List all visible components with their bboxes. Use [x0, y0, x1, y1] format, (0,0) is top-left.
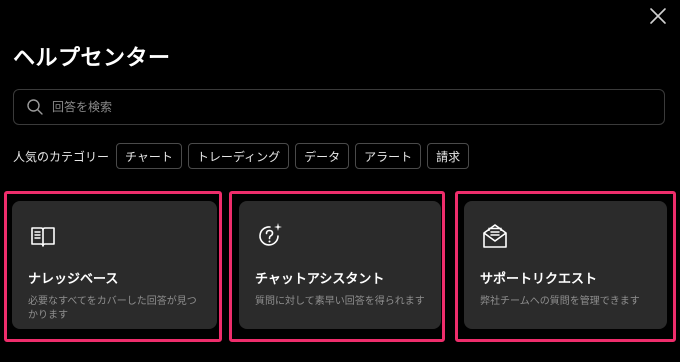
card-title: チャットアシスタント	[255, 272, 385, 287]
book-icon	[31, 227, 55, 247]
support-request-card[interactable]: サポートリクエスト 弊社チームへの質問を管理できます	[464, 201, 667, 329]
card-description: 質問に対して素早い回答を得られます	[255, 296, 425, 307]
category-chip-trading[interactable]: トレーディング	[187, 143, 290, 169]
card-title: ナレッジベース	[28, 272, 119, 287]
category-chip-alerts[interactable]: アラート	[355, 143, 422, 169]
popular-categories-label: 人気のカテゴリー	[13, 149, 110, 164]
popular-categories: 人気のカテゴリー チャート トレーディング データ アラート 請求	[13, 143, 475, 169]
search-input[interactable]	[52, 90, 664, 124]
close-icon	[650, 8, 666, 24]
card-description: 弊社チームへの質問を管理できます	[480, 296, 640, 307]
page-title: ヘルプセンター	[13, 46, 171, 71]
envelope-icon	[483, 224, 507, 248]
card-title: サポートリクエスト	[480, 272, 598, 287]
category-chip-billing[interactable]: 請求	[427, 143, 470, 169]
knowledge-base-card[interactable]: ナレッジベース 必要なすべてをカバーした回答が見つかります	[12, 201, 217, 329]
search-box[interactable]	[13, 89, 665, 125]
chat-assistant-card[interactable]: チャットアシスタント 質問に対して素早い回答を得られます	[239, 201, 441, 329]
category-chip-data[interactable]: データ	[295, 143, 350, 169]
question-sparkle-icon	[259, 223, 282, 246]
close-button[interactable]	[646, 4, 670, 28]
card-description: 必要なすべてをカバーした回答が見つかります	[28, 296, 197, 321]
category-chip-chart[interactable]: チャート	[116, 143, 182, 169]
search-icon	[27, 99, 43, 115]
